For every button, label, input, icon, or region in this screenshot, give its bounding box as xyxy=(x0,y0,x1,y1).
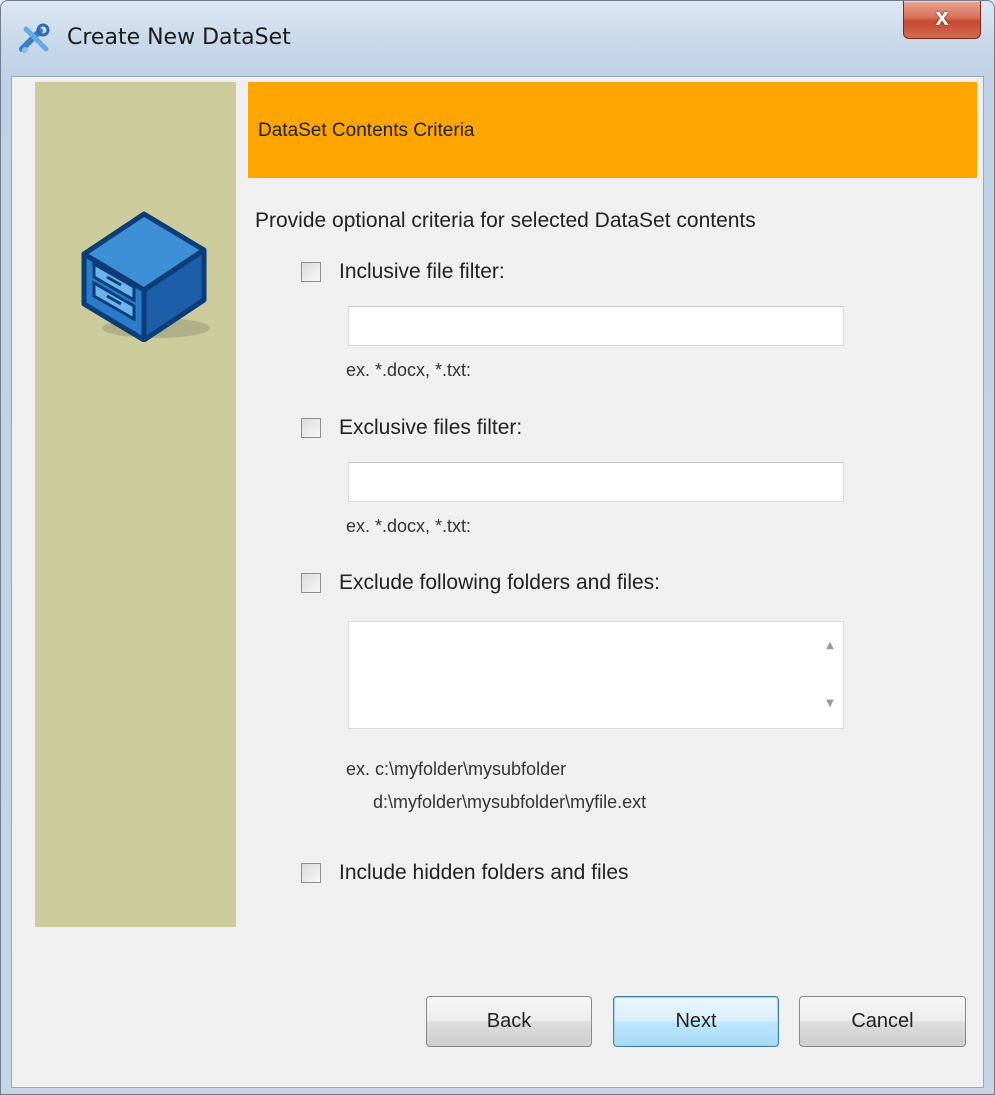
close-button[interactable]: x xyxy=(903,1,981,39)
exclude-paths-label[interactable]: Exclude following folders and files: xyxy=(339,571,660,595)
cancel-button[interactable]: Cancel xyxy=(799,996,966,1047)
exclude-paths-checkbox[interactable] xyxy=(301,573,321,593)
include-hidden-label[interactable]: Include hidden folders and files xyxy=(339,861,629,885)
exclude-paths-scrollbar[interactable]: ▲ ▼ xyxy=(817,622,843,728)
scroll-up-icon[interactable]: ▲ xyxy=(817,640,843,651)
criteria-header: DataSet Contents Criteria xyxy=(248,82,977,178)
scroll-down-icon[interactable]: ▼ xyxy=(817,698,843,709)
exclusive-filter-checkbox[interactable] xyxy=(301,418,321,438)
inclusive-filter-label[interactable]: Inclusive file filter: xyxy=(339,260,505,284)
inclusive-filter-hint: ex. *.docx, *.txt: xyxy=(346,360,472,380)
intro-text: Provide optional criteria for selected D… xyxy=(255,209,756,232)
close-icon: x xyxy=(935,4,949,31)
dialog-window: Create New DataSet x DataSet Contents Cr… xyxy=(0,0,995,1095)
dialog-content: DataSet Contents Criteria Provide option… xyxy=(11,76,984,1088)
include-hidden-checkbox[interactable] xyxy=(301,863,321,883)
exclude-paths-hint-line1: ex. c:\myfolder\mysubfolder xyxy=(346,759,567,779)
exclusive-filter-hint: ex. *.docx, *.txt: xyxy=(346,516,472,536)
inclusive-filter-checkbox[interactable] xyxy=(301,262,321,282)
wizard-side-panel xyxy=(35,82,236,927)
back-button[interactable]: Back xyxy=(426,996,592,1047)
next-button[interactable]: Next xyxy=(613,996,779,1047)
tools-icon xyxy=(18,23,54,55)
window-title: Create New DataSet xyxy=(67,25,291,50)
inclusive-filter-input[interactable] xyxy=(348,306,844,346)
exclusive-filter-input[interactable] xyxy=(348,462,844,502)
exclude-paths-textarea[interactable]: ▲ ▼ xyxy=(348,621,844,729)
header-title: DataSet Contents Criteria xyxy=(258,120,475,141)
file-cabinet-icon xyxy=(74,194,214,343)
exclusive-filter-label[interactable]: Exclusive files filter: xyxy=(339,416,522,440)
exclude-paths-hint-line2: d:\myfolder\mysubfolder\myfile.ext xyxy=(373,792,647,812)
title-bar[interactable]: Create New DataSet x xyxy=(1,1,994,76)
